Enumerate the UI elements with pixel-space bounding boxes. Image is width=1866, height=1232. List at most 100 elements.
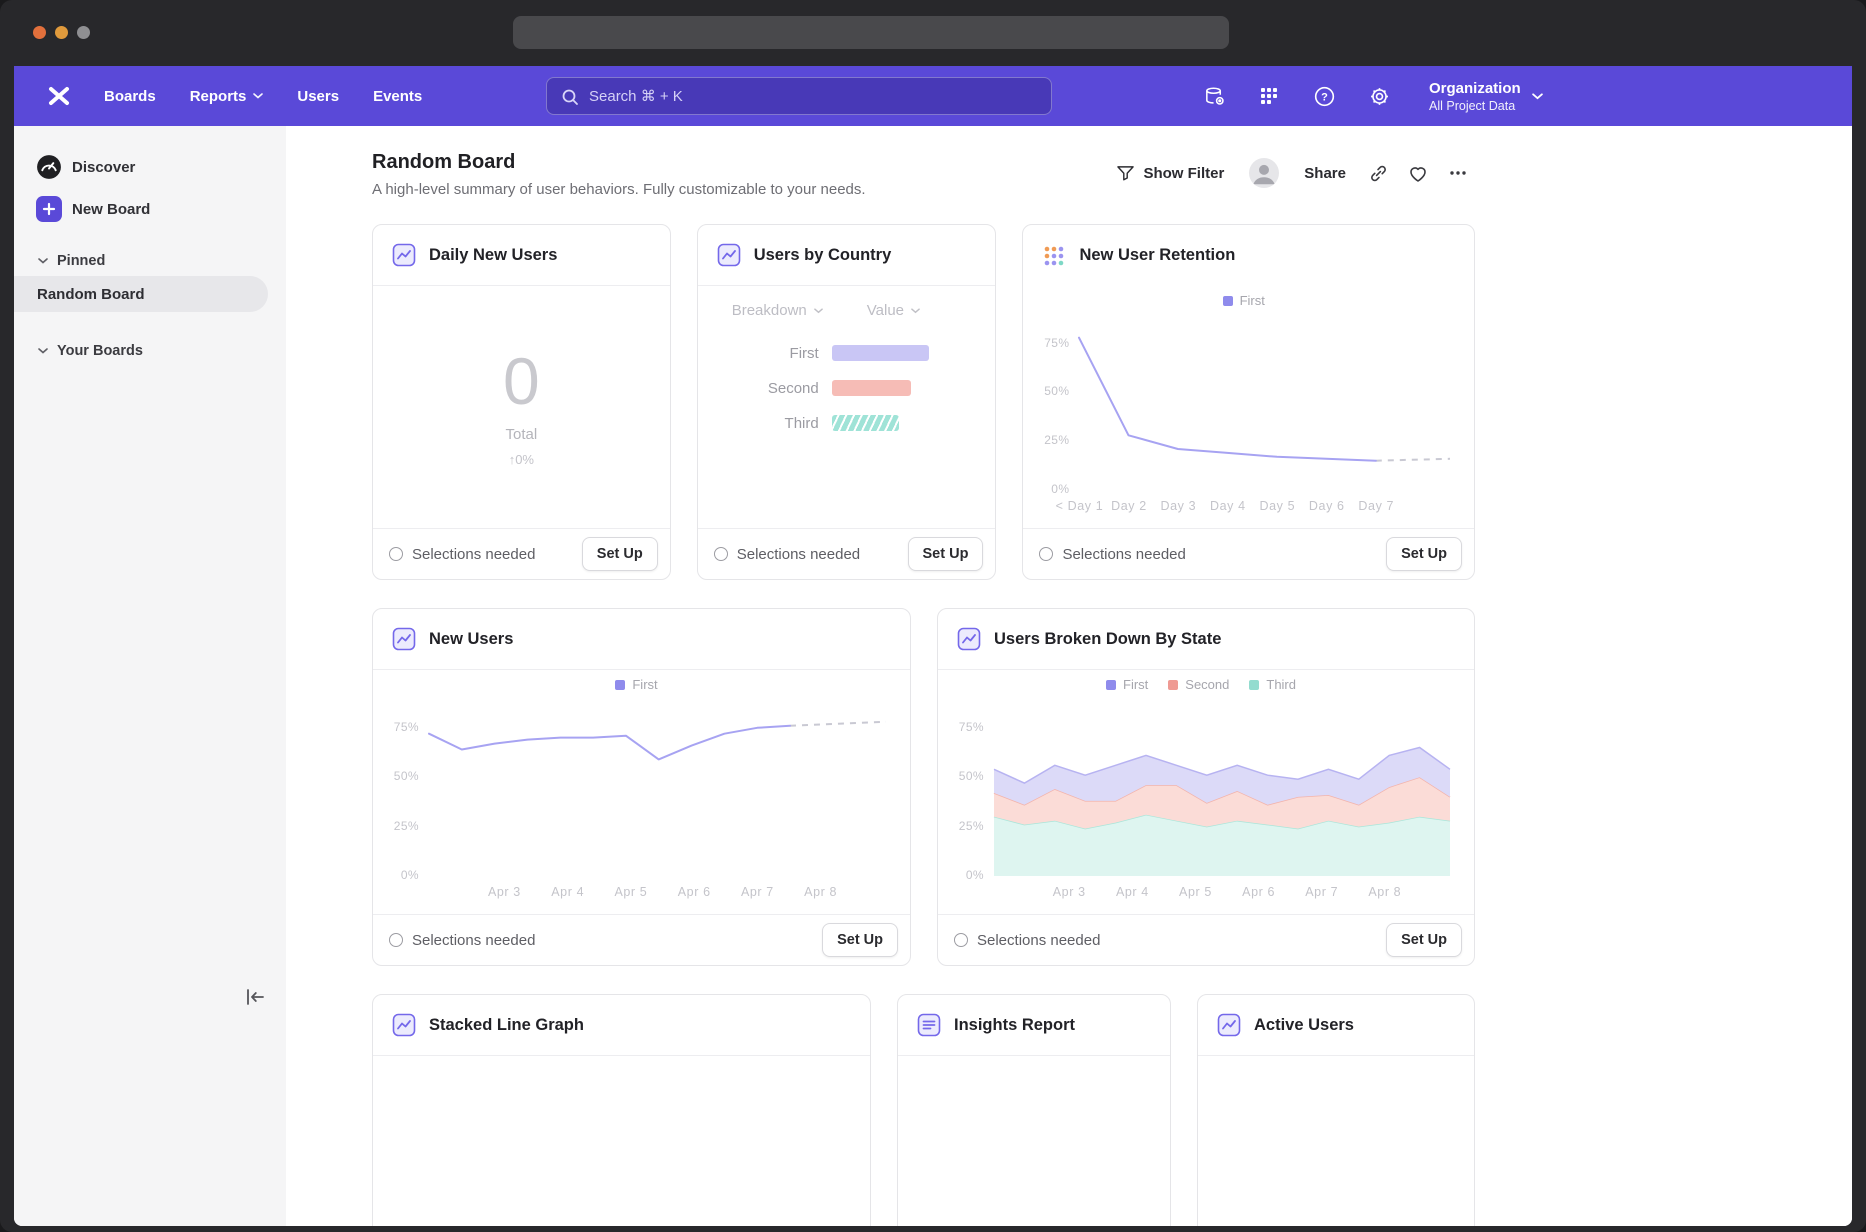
sidebar-item-new-board[interactable]: New Board bbox=[14, 188, 286, 230]
favorite-button[interactable] bbox=[1401, 156, 1435, 190]
sidebar-item-random-board[interactable]: Random Board bbox=[14, 276, 268, 312]
sidebar: Discover New Board Pinned Random Board bbox=[14, 126, 286, 1226]
nav-utilities: ? Organization All Project Data bbox=[1197, 66, 1543, 126]
bar-label: Third bbox=[698, 415, 832, 432]
legend-item: First bbox=[1106, 677, 1148, 692]
board-actions: Show Filter Share bbox=[1108, 156, 1475, 200]
selections-needed-label: Selections needed bbox=[737, 546, 860, 563]
heart-icon bbox=[1408, 164, 1428, 183]
gear-icon bbox=[1368, 85, 1391, 108]
nav-boards[interactable]: Boards bbox=[87, 66, 173, 126]
svg-text:?: ? bbox=[1321, 91, 1328, 103]
chevron-down-icon bbox=[253, 93, 263, 99]
legend-swatch bbox=[1168, 680, 1178, 690]
set-up-button[interactable]: Set Up bbox=[1386, 537, 1462, 571]
x-axis-label: Apr 6 bbox=[678, 885, 711, 899]
sidebar-collapse-button[interactable] bbox=[240, 982, 270, 1012]
bar-first bbox=[832, 345, 929, 361]
selections-needed: Selections needed bbox=[389, 546, 535, 563]
nav-menu: Boards Reports Users Events bbox=[87, 66, 439, 126]
settings-button[interactable] bbox=[1362, 79, 1396, 113]
bar-row: Third bbox=[698, 415, 996, 431]
show-filter-label: Show Filter bbox=[1143, 165, 1224, 182]
show-filter-button[interactable]: Show Filter bbox=[1108, 156, 1233, 190]
set-up-button[interactable]: Set Up bbox=[1386, 923, 1462, 957]
share-label: Share bbox=[1304, 165, 1346, 182]
window-close-button[interactable] bbox=[33, 26, 46, 39]
org-switcher[interactable]: Organization All Project Data bbox=[1429, 80, 1543, 113]
page-title: Random Board bbox=[372, 150, 866, 174]
nav-users[interactable]: Users bbox=[280, 66, 356, 126]
chart-legend: First bbox=[1035, 293, 1452, 308]
selections-needed: Selections needed bbox=[1039, 546, 1185, 563]
breakdown-dropdown[interactable]: Breakdown bbox=[732, 302, 823, 319]
set-up-button[interactable]: Set Up bbox=[582, 537, 658, 571]
plus-icon bbox=[36, 196, 62, 222]
grid-icon bbox=[1259, 86, 1279, 106]
sidebar-section-pinned[interactable]: Pinned bbox=[14, 246, 286, 276]
person-icon bbox=[1249, 158, 1279, 188]
more-options-button[interactable] bbox=[1441, 156, 1475, 190]
chart-legend: FirstSecondThird bbox=[950, 677, 1452, 692]
x-axis-label: Apr 5 bbox=[1179, 885, 1212, 899]
x-axis-label: Apr 3 bbox=[1053, 885, 1086, 899]
selections-needed: Selections needed bbox=[714, 546, 860, 563]
selections-needed: Selections needed bbox=[389, 932, 535, 949]
line-chart-icon bbox=[392, 243, 416, 267]
report-icon bbox=[917, 1013, 941, 1037]
bar-row: First bbox=[698, 345, 996, 361]
users-by-state-chart: FirstSecondThird 75% 50% 25% 0% Apr 3 Apr 4 Apr… bbox=[950, 672, 1452, 908]
filter-funnel-icon bbox=[1117, 165, 1134, 181]
mixpanel-logo-icon[interactable] bbox=[46, 83, 72, 109]
selections-needed-label: Selections needed bbox=[977, 932, 1100, 949]
y-axis-label: 25% bbox=[1035, 433, 1069, 447]
y-axis-label: 50% bbox=[385, 769, 419, 783]
chevron-down-icon bbox=[911, 308, 920, 314]
apps-grid-button[interactable] bbox=[1252, 79, 1286, 113]
card-title: Daily New Users bbox=[429, 246, 557, 265]
y-axis-label: 75% bbox=[385, 720, 419, 734]
x-axis-label: Apr 7 bbox=[741, 885, 774, 899]
copy-link-button[interactable] bbox=[1361, 156, 1395, 190]
x-axis-label: Apr 7 bbox=[1305, 885, 1338, 899]
y-axis-label: 0% bbox=[950, 868, 984, 882]
global-search[interactable] bbox=[546, 77, 1052, 115]
set-up-button[interactable]: Set Up bbox=[822, 923, 898, 957]
circle-icon bbox=[714, 547, 728, 561]
x-axis-label: Apr 6 bbox=[1242, 885, 1275, 899]
collapse-sidebar-icon bbox=[244, 988, 266, 1006]
chart-canvas bbox=[385, 672, 888, 908]
breakdown-label: Breakdown bbox=[732, 302, 807, 319]
y-axis-label: 75% bbox=[950, 720, 984, 734]
card-new-users: New Users First75%50%25%0%Apr 3Apr 4Apr … bbox=[372, 608, 911, 966]
legend-swatch bbox=[1249, 680, 1259, 690]
card-new-user-retention: New User Retention First75%50%25%0%< Day… bbox=[1022, 224, 1475, 580]
value-dropdown[interactable]: Value bbox=[867, 302, 920, 319]
y-axis-label: 25% bbox=[950, 819, 984, 833]
window-zoom-button[interactable] bbox=[77, 26, 90, 39]
nav-reports-label: Reports bbox=[190, 88, 247, 105]
data-management-button[interactable] bbox=[1197, 79, 1231, 113]
x-axis-label: Apr 8 bbox=[804, 885, 837, 899]
y-axis-label: 50% bbox=[950, 769, 984, 783]
share-button[interactable]: Share bbox=[1295, 156, 1355, 190]
search-input[interactable] bbox=[547, 78, 1051, 114]
avatar[interactable] bbox=[1249, 158, 1279, 188]
sidebar-section-your-boards[interactable]: Your Boards bbox=[14, 336, 286, 366]
circle-icon bbox=[1039, 547, 1053, 561]
set-up-button[interactable]: Set Up bbox=[908, 537, 984, 571]
help-button[interactable]: ? bbox=[1307, 79, 1341, 113]
org-name: Organization bbox=[1429, 80, 1521, 97]
nav-reports[interactable]: Reports bbox=[173, 66, 281, 126]
circle-icon bbox=[389, 547, 403, 561]
sidebar-item-discover[interactable]: Discover bbox=[14, 146, 286, 188]
nav-events[interactable]: Events bbox=[356, 66, 439, 126]
chart-canvas bbox=[950, 672, 1452, 908]
legend-item: First bbox=[615, 677, 657, 692]
x-axis-label: Apr 4 bbox=[1116, 885, 1149, 899]
x-axis-label: Apr 8 bbox=[1368, 885, 1401, 899]
window-minimize-button[interactable] bbox=[55, 26, 68, 39]
browser-url-bar[interactable] bbox=[513, 16, 1229, 49]
x-axis-label: Day 2 bbox=[1111, 499, 1147, 513]
kpi-caption: Total bbox=[506, 426, 538, 443]
